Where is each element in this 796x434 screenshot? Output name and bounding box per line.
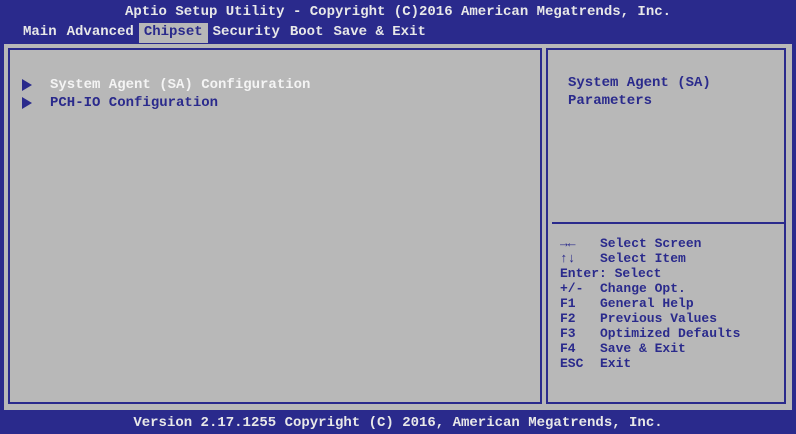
key-desc: Save & Exit bbox=[600, 341, 686, 356]
tab-security[interactable]: Security bbox=[208, 23, 285, 43]
menu-item-system-agent[interactable]: System Agent (SA) Configuration bbox=[22, 76, 310, 94]
key-name: +/- bbox=[560, 281, 584, 296]
key-row: Enter: Select bbox=[560, 266, 740, 281]
tab-advanced[interactable]: Advanced bbox=[62, 23, 139, 43]
key-row: →← Select Screen bbox=[560, 236, 740, 251]
key-row: ESC Exit bbox=[560, 356, 740, 371]
key-legend: →← Select Screen ↑↓ Select Item Enter: Sel… bbox=[560, 236, 740, 371]
key-row: F4 Save & Exit bbox=[560, 341, 740, 356]
key-name: F3 bbox=[560, 326, 576, 341]
key-row: F2 Previous Values bbox=[560, 311, 740, 326]
key-name: F4 bbox=[560, 341, 576, 356]
menu-item-label: PCH-IO Configuration bbox=[50, 95, 219, 111]
tab-main[interactable]: Main bbox=[18, 23, 62, 43]
menu-item-label: System Agent (SA) Configuration bbox=[50, 77, 311, 93]
key-desc: Select Item bbox=[600, 251, 686, 266]
key-desc: Select bbox=[614, 266, 662, 281]
key-row: F3 Optimized Defaults bbox=[560, 326, 740, 341]
header-bar: Aptio Setup Utility - Copyright (C)2016 … bbox=[0, 0, 796, 44]
key-arrows-lr-icon: →← bbox=[560, 236, 576, 251]
settings-list: System Agent (SA) Configuration PCH-IO C… bbox=[8, 48, 542, 404]
key-desc: Exit bbox=[600, 356, 632, 371]
menu-item-pch-io[interactable]: PCH-IO Configuration bbox=[22, 94, 218, 112]
app-title: Aptio Setup Utility - Copyright (C)2016 … bbox=[124, 4, 672, 20]
tab-boot[interactable]: Boot bbox=[285, 23, 329, 43]
key-name: F1 bbox=[560, 296, 576, 311]
tab-save-exit[interactable]: Save & Exit bbox=[328, 23, 430, 43]
tab-chipset[interactable]: Chipset bbox=[138, 23, 208, 43]
version-footer: Version 2.17.1255 Copyright (C) 2016, Am… bbox=[133, 415, 663, 431]
key-row: +/- Change Opt. bbox=[560, 281, 740, 296]
menu-bar: Main Advanced Chipset Security Boot Save… bbox=[18, 23, 431, 43]
key-desc bbox=[607, 266, 615, 281]
submenu-arrow-icon bbox=[22, 79, 32, 91]
key-desc: Previous Values bbox=[600, 311, 718, 326]
help-text: System Agent (SA) Parameters bbox=[568, 75, 711, 109]
key-arrows-ud-icon: ↑↓ bbox=[560, 251, 576, 266]
key-name: Enter: bbox=[560, 266, 607, 281]
help-divider bbox=[552, 222, 784, 224]
key-desc: General Help bbox=[600, 296, 694, 311]
key-desc: Optimized Defaults bbox=[600, 326, 741, 341]
key-row: ↑↓ Select Item bbox=[560, 251, 740, 266]
key-name: ESC bbox=[560, 356, 584, 371]
key-name: F2 bbox=[560, 311, 576, 326]
help-panel: System Agent (SA) Parameters →← Select Sc… bbox=[546, 48, 786, 404]
key-desc: Change Opt. bbox=[600, 281, 686, 296]
key-row: F1 General Help bbox=[560, 296, 740, 311]
key-desc: Select Screen bbox=[600, 236, 702, 251]
submenu-arrow-icon bbox=[22, 97, 32, 109]
main-panel: System Agent (SA) Configuration PCH-IO C… bbox=[4, 44, 792, 410]
